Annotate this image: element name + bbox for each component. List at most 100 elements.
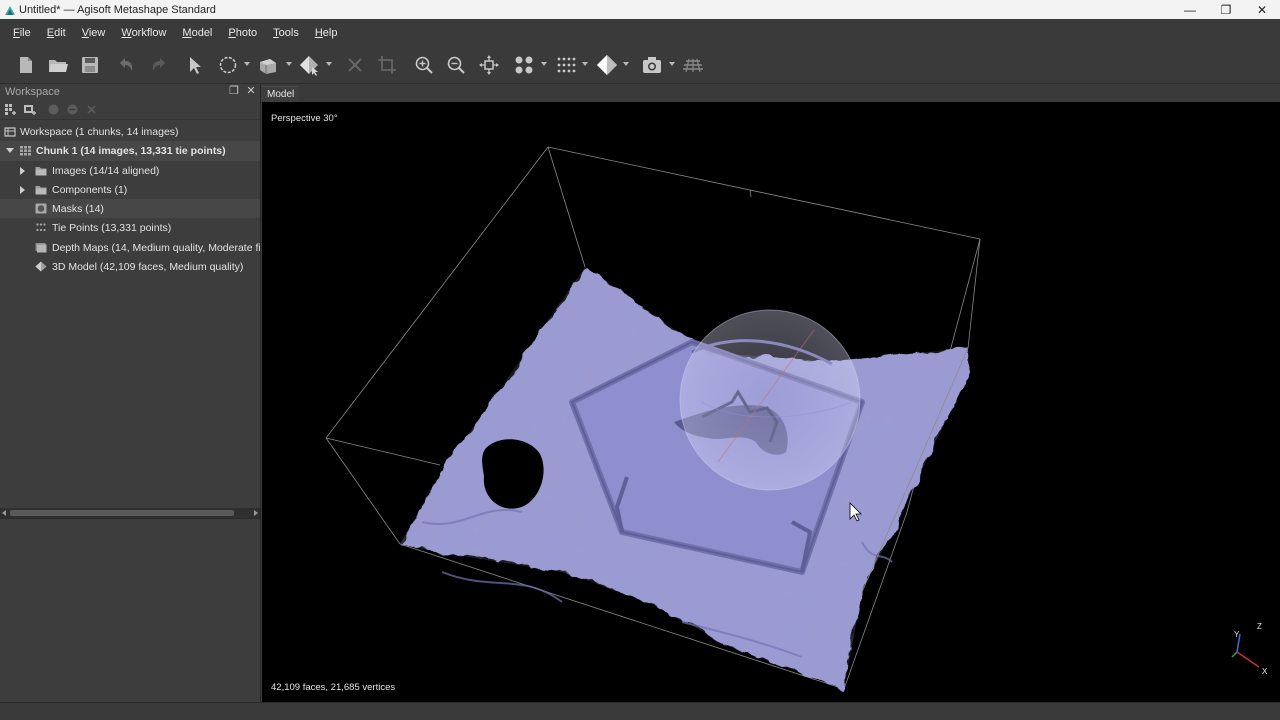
tree-item-label: Depth Maps (14, Medium quality, Moderate… — [52, 241, 260, 254]
model-view-icon[interactable] — [596, 54, 618, 76]
region-sphere — [679, 309, 861, 491]
tree-item-label: Chunk 1 (14 images, 13,331 tie points) — [36, 145, 226, 158]
menu-accelerator: P — [228, 26, 236, 39]
menu-label: dit — [54, 26, 66, 39]
menu-label: ile — [19, 26, 31, 39]
cameras-dropdown-arrow[interactable] — [541, 62, 547, 66]
projection-label: Perspective 30° — [271, 113, 338, 124]
workspace-lower-area — [0, 518, 260, 702]
tree-item[interactable]: Chunk 1 (14 images, 13,331 tie points) — [0, 141, 260, 161]
scrollbar-thumb[interactable] — [10, 510, 234, 516]
chunk-icon — [20, 146, 31, 156]
main-toolbar — [0, 46, 1280, 84]
scroll-left-arrow[interactable] — [2, 510, 6, 516]
metashape-app-icon — [5, 5, 15, 15]
tree-item-label: Images (14/14 aligned) — [52, 164, 160, 177]
minimize-button[interactable]: — — [1172, 0, 1208, 19]
menu-accelerator: F — [13, 26, 20, 39]
workspace-toolbar — [0, 100, 260, 120]
window-title: Untitled* — Agisoft Metashape Standard — [19, 3, 216, 16]
enable-item-icon[interactable] — [47, 103, 60, 116]
tree-item-label: Components (1) — [52, 183, 128, 196]
undo-icon[interactable] — [115, 54, 137, 76]
menu-view[interactable]: View — [74, 27, 114, 39]
add-photos-icon[interactable] — [23, 103, 36, 116]
menu-workflow[interactable]: Workflow — [113, 27, 174, 39]
model-viewport[interactable]: Perspective 30° 42,109 faces, 21,685 ver… — [262, 102, 1280, 702]
menu-photo[interactable]: Photo — [220, 27, 265, 39]
add-chunk-icon[interactable] — [4, 103, 17, 116]
menu-label: hoto — [235, 26, 258, 39]
menu-accelerator: M — [182, 26, 192, 39]
tree-item-label: Workspace (1 chunks, 14 images) — [20, 126, 179, 138]
open-folder-icon[interactable] — [47, 54, 69, 76]
close-panel-icon[interactable]: ✕ — [245, 85, 257, 97]
disable-item-icon[interactable] — [66, 103, 79, 116]
remove-item-icon[interactable] — [85, 103, 98, 116]
show-cameras-icon[interactable] — [513, 54, 535, 76]
select-dropdown-arrow[interactable] — [244, 62, 250, 66]
tab-model[interactable]: Model — [262, 86, 300, 102]
tree-item[interactable]: Masks (14) — [0, 199, 260, 219]
workspace-horizontal-scrollbar[interactable] — [0, 508, 260, 518]
tree-item[interactable]: Components (1) — [0, 180, 260, 199]
rotate-object-icon[interactable] — [257, 54, 279, 76]
menu-label: iew — [88, 26, 106, 39]
crop-icon[interactable] — [376, 54, 398, 76]
show-points-icon[interactable] — [555, 54, 577, 76]
float-panel-icon[interactable]: ❐ — [228, 85, 240, 97]
maximize-button[interactable]: ❐ — [1208, 0, 1244, 19]
workspace-header: Workspace ❐ ✕ — [0, 84, 260, 100]
tree-item[interactable]: 3D Model (42,109 faces, Medium quality) — [0, 257, 260, 276]
menu-model[interactable]: Model — [174, 27, 220, 39]
menu-label: elp — [322, 26, 338, 39]
menu-accelerator: W — [121, 26, 132, 39]
tree-item[interactable]: Workspace (1 chunks, 14 images) — [0, 122, 260, 141]
workspace-panel: Workspace ❐ ✕ Workspace (1 chunks, 14 im… — [0, 84, 261, 702]
workspace-tree: Workspace (1 chunks, 14 images) Chunk 1 (… — [0, 122, 260, 276]
tree-item[interactable]: Depth Maps (14, Medium quality, Moderate… — [0, 238, 260, 257]
save-icon[interactable] — [79, 54, 101, 76]
shading-icon[interactable] — [298, 54, 320, 76]
redo-icon[interactable] — [148, 54, 170, 76]
scroll-right-arrow[interactable] — [254, 510, 258, 516]
model-dropdown-arrow[interactable] — [623, 62, 629, 66]
menu-file[interactable]: File — [5, 27, 39, 39]
grid-icon[interactable] — [682, 54, 704, 76]
view-tab-bar: Model — [262, 84, 1280, 102]
points-dropdown-arrow[interactable] — [582, 62, 588, 66]
select-arrow-icon[interactable] — [184, 54, 206, 76]
shading-dropdown-arrow[interactable] — [326, 62, 332, 66]
circle-select-icon[interactable] — [217, 54, 239, 76]
window-controls: — ❐ ✕ — [1172, 0, 1280, 19]
collapse-arrow-icon[interactable] — [6, 148, 14, 154]
tree-item-label: 3D Model (42,109 faces, Medium quality) — [52, 261, 244, 274]
tree-item[interactable]: Images (14/14 aligned) — [0, 161, 260, 180]
tree-item-label: Masks (14) — [52, 203, 104, 216]
model-3d-icon — [35, 261, 47, 272]
reset-view-icon[interactable] — [478, 54, 500, 76]
axis-y-label: Y — [1234, 630, 1240, 639]
menu-accelerator: H — [314, 26, 323, 39]
mesh-stats-label: 42,109 faces, 21,685 vertices — [271, 682, 396, 693]
menu-label: odel — [191, 26, 213, 39]
new-document-icon[interactable] — [15, 54, 37, 76]
menu-tools[interactable]: Tools — [265, 27, 307, 39]
tree-item[interactable]: Tie Points (13,331 points) — [0, 218, 260, 237]
menu-edit[interactable]: Edit — [39, 27, 74, 39]
model-scene[interactable] — [262, 102, 1280, 702]
capture-icon[interactable] — [641, 54, 663, 76]
folder-icon — [35, 185, 47, 195]
close-button[interactable]: ✕ — [1244, 0, 1280, 19]
expand-arrow-icon[interactable] — [20, 166, 25, 175]
zoom-out-icon[interactable] — [445, 54, 467, 76]
axis-z-label: Z — [1257, 622, 1262, 631]
folder-icon — [35, 166, 47, 176]
mask-icon — [35, 203, 47, 214]
transform-dropdown-arrow[interactable] — [286, 62, 292, 66]
delete-icon[interactable] — [344, 54, 366, 76]
menu-help[interactable]: Help — [307, 27, 346, 39]
zoom-in-icon[interactable] — [413, 54, 435, 76]
expand-arrow-icon[interactable] — [20, 185, 25, 194]
capture-dropdown-arrow[interactable] — [669, 62, 675, 66]
